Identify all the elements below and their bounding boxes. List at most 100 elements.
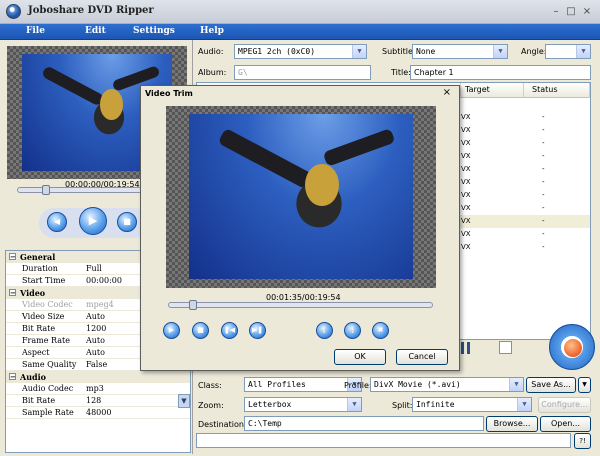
profile-label: Profile: [344,381,372,390]
chevron-down-icon: ▼ [493,45,507,58]
help-button[interactable]: ?! [574,433,591,449]
record-icon [564,339,582,357]
trim-prev-frame-button[interactable]: ❚◀ [221,322,238,339]
title-label: Title: [391,68,411,77]
target-cell: VX [461,165,471,173]
minimize-button[interactable]: – [549,5,563,18]
collapse-icon[interactable]: − [9,373,16,380]
status-cell: - [542,243,545,251]
audio-select[interactable]: MPEG1 2ch (0xC0) ▼ [234,44,367,59]
save-as-dropdown-button[interactable]: ▼ [578,377,591,393]
property-value: Auto [86,336,105,345]
property-key: Video Size [22,312,65,321]
ok-button[interactable]: OK [334,349,386,365]
status-cell: - [542,113,545,121]
menu-bar: File Edit Settings Help [0,24,600,40]
trim-stop-button[interactable]: ■ [192,322,209,339]
play-button[interactable]: ▶ [79,207,107,235]
target-cell: VX [461,191,471,199]
chevron-down-icon: ▼ [509,378,523,391]
target-cell: VX [461,243,471,251]
status-cell: - [542,230,545,238]
angle-select[interactable]: ▼ [545,44,591,59]
menu-edit[interactable]: Edit [85,26,106,36]
preview-timecode: 00:00:00/00:19:54 [65,180,140,189]
status-cell: - [542,139,545,147]
status-cell: - [542,152,545,160]
property-key: Bit Rate [22,396,56,405]
delete-trim-button[interactable]: ✖ [372,322,389,339]
column-header-status[interactable]: Status [524,83,590,98]
property-key: Sample Rate [22,408,74,417]
trim-play-button[interactable]: ▶ [163,322,180,339]
chevron-down-icon: ▼ [347,398,361,411]
split-label: Split: [392,401,413,410]
angle-label: Angle: [521,47,547,56]
open-button[interactable]: Open... [540,416,591,432]
convert-button[interactable] [549,324,595,370]
album-input[interactable]: G\ [234,65,371,80]
trim-timeline-slider[interactable] [168,300,433,310]
split-select[interactable]: Infinite ▼ [412,397,532,412]
zoom-select[interactable]: Letterbox ▼ [244,397,362,412]
chevron-down-icon: ▼ [517,398,531,411]
save-as-button[interactable]: Save As... [526,377,576,393]
property-key: Start Time [22,276,66,285]
property-value: mpeg4 [86,300,114,309]
target-cell: VX [461,139,471,147]
property-key: Video [20,288,46,298]
menu-help[interactable]: Help [200,26,224,36]
target-cell: VX [461,126,471,134]
status-cell: - [542,126,545,134]
trim-next-frame-button[interactable]: ▶❚ [249,322,266,339]
property-value: 00:00:00 [86,276,122,285]
property-row[interactable]: Audio Codec mp3 [6,383,190,395]
target-cell: VX [461,204,471,212]
collapse-icon[interactable]: − [9,289,16,296]
status-cell: - [542,165,545,173]
property-value: Auto [86,348,105,357]
property-value: False [86,360,108,369]
title-input[interactable]: Chapter 1 [410,65,591,80]
dialog-close-button[interactable]: × [443,87,451,98]
property-key: Frame Rate [22,336,70,345]
cancel-button[interactable]: Cancel [396,349,448,365]
property-key: Video Codec [22,300,73,309]
chevron-down-icon: ▼ [352,45,366,58]
stop-button[interactable]: ■ [117,212,137,232]
trim-slider-thumb[interactable] [189,300,197,310]
set-start-button[interactable]: [ [316,322,333,339]
status-cell: - [542,178,545,186]
property-key: Audio Codec [22,384,74,393]
destination-input[interactable]: C:\Temp [244,416,484,431]
column-header-target[interactable]: Target [461,83,524,98]
app-logo-icon [6,4,21,19]
menu-settings[interactable]: Settings [133,26,175,36]
profile-select[interactable]: DivX Movie (*.avi) ▼ [370,377,524,392]
chevron-down-icon: ▼ [576,45,590,58]
browse-button[interactable]: Browse... [486,416,538,432]
video-trim-dialog: Video Trim × 00:01:35/00:19:54 ▶ ■ ❚◀ ▶❚… [140,85,460,371]
scroll-down-icon[interactable]: ▼ [178,394,190,408]
stop-convert-button[interactable] [499,341,512,354]
pause-icon[interactable] [461,342,470,354]
previous-button[interactable]: ◀ [47,212,67,232]
property-value: Auto [86,312,105,321]
subtitle-select[interactable]: None ▼ [412,44,508,59]
property-group[interactable]: − Audio [6,371,190,383]
collapse-icon[interactable]: − [9,253,16,260]
target-cell: VX [461,217,471,225]
title-bar: Joboshare DVD Ripper – □ × [0,0,600,24]
property-value: mp3 [86,384,104,393]
menu-file[interactable]: File [26,26,45,36]
preview-slider-thumb[interactable] [42,185,50,195]
maximize-button[interactable]: □ [564,5,578,18]
property-value: 128 [86,396,102,405]
set-end-button[interactable]: ] [344,322,361,339]
status-cell: - [542,191,545,199]
property-key: Aspect [22,348,50,357]
property-row[interactable]: Sample Rate 48000 [6,407,190,419]
configure-button[interactable]: Configure... [538,397,591,413]
close-window-button[interactable]: × [580,5,594,18]
property-row[interactable]: Bit Rate 128 [6,395,190,407]
